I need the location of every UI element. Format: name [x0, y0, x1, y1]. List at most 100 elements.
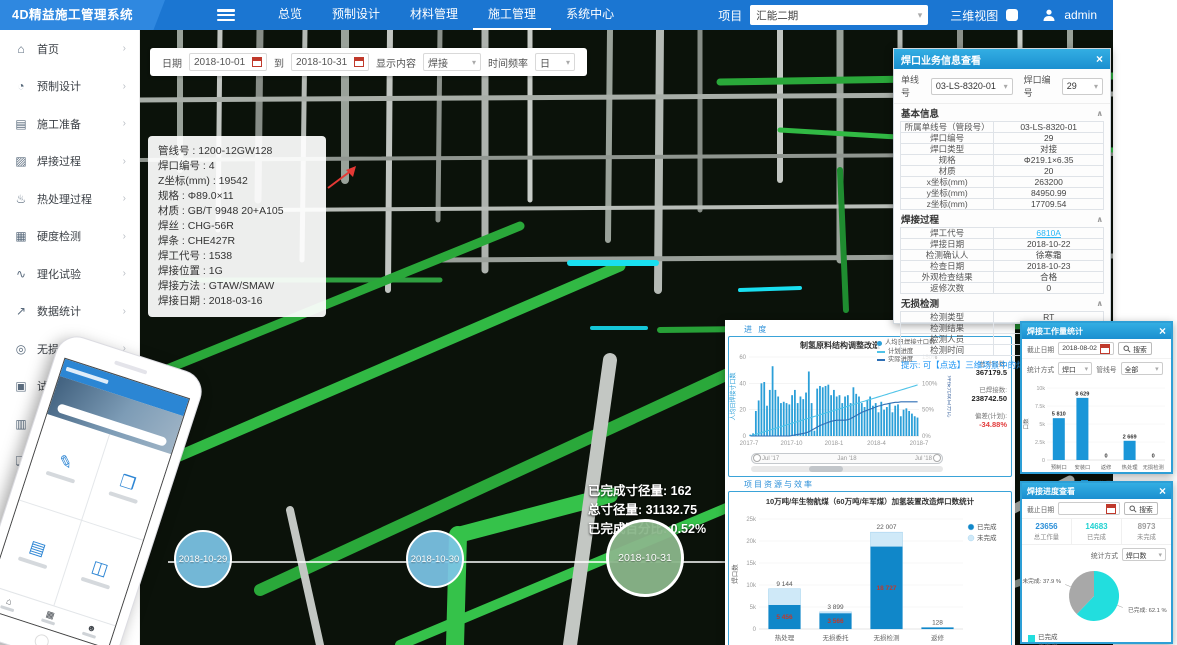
timeline-date-2018-10-29[interactable]: 2018-10-29 [174, 530, 232, 588]
pie-label-completed: 已完成: 62.1 % [1128, 606, 1167, 614]
data-stats-icon: ↗ [13, 304, 29, 318]
field-label: z坐标(mm) [901, 199, 994, 210]
freq-select[interactable]: 日▾ [535, 53, 575, 71]
tooltip-line: 焊工代号 : 1538 [158, 249, 316, 264]
completed-inch-stat: 已完成寸径量: 162 [588, 482, 706, 501]
legend-line-icon [877, 359, 885, 361]
nav-item-1[interactable]: 预制设计 [317, 0, 395, 30]
nav-item-3[interactable]: 施工管理 [473, 0, 551, 30]
field-label: 焊口编号 [901, 133, 994, 144]
field-label: x坐标(mm) [901, 177, 994, 188]
bar-daily-joints [819, 386, 821, 436]
bar-daily-joints [797, 403, 799, 436]
table-row: 材质20 [901, 166, 1104, 177]
table-row: 所属单线号（管段号）03-LS-8320-01 [901, 122, 1104, 133]
slider-tick-label: Jul '17 [762, 456, 779, 462]
progress-summary-stats: 23656总工作量14683已完成8973未完成 [1022, 518, 1171, 545]
line-filter-select[interactable]: 全部▾ [1121, 362, 1163, 375]
sidebar-item[interactable]: ▤施工准备› [0, 105, 139, 143]
3d-view-toggle[interactable] [1006, 9, 1018, 21]
bar-completed [922, 628, 954, 630]
joint-no-select[interactable]: 29▾ [1062, 78, 1103, 95]
deadline-label: 截止日期 [1027, 344, 1054, 354]
home-icon: ⌂ [13, 42, 29, 56]
deadline-label: 截止日期 [1027, 504, 1054, 514]
deadline-field[interactable]: 2018-08-02 [1058, 342, 1114, 355]
sidebar-item[interactable]: ⚙系统管理› [0, 480, 139, 518]
project-select[interactable]: 汇能二期 ▾ [750, 5, 928, 25]
work-stats-panel: 焊接工作量统计 × 截止日期 2018-08-02 搜索 统计方式 焊口▾ 管线… [1020, 321, 1173, 474]
welder-code-link[interactable]: 6810A [1036, 228, 1061, 238]
bar-daily-joints [914, 416, 916, 436]
slider-scrollbar[interactable] [751, 466, 943, 472]
sidebar-item[interactable]: ♨热处理过程› [0, 180, 139, 218]
sidebar-item[interactable]: ▥材料管理› [0, 405, 139, 443]
collapse-icon[interactable]: ∧ [1097, 299, 1104, 308]
menu-toggle-icon[interactable] [217, 9, 235, 21]
search-button[interactable]: 搜索 [1124, 502, 1158, 515]
search-button[interactable]: 搜索 [1118, 342, 1152, 355]
deadline-field[interactable] [1058, 502, 1120, 515]
close-icon[interactable]: × [1159, 324, 1166, 338]
date-from-field[interactable]: 2018-10-01 [189, 53, 267, 71]
sidebar-item[interactable]: ▦硬度检测› [0, 218, 139, 256]
legend-label: 未完成 [977, 533, 997, 542]
sidebar-item[interactable]: ↗数据统计› [0, 293, 139, 331]
slider-handle-right[interactable] [933, 454, 941, 462]
sidebar-item[interactable]: ◎无损检测› [0, 330, 139, 368]
close-icon[interactable]: × [1096, 52, 1103, 66]
sidebar-item[interactable]: ❏查询管理› [0, 443, 139, 481]
svg-text:0: 0 [753, 627, 757, 633]
collapse-icon[interactable]: ∧ [1097, 109, 1104, 118]
bar-daily-joints [777, 397, 779, 437]
timeline-date-2018-10-30[interactable]: 2018-10-30 [406, 530, 464, 588]
bar-daily-joints [850, 403, 852, 436]
field-value: 2018-10-23 [994, 261, 1104, 272]
bar-daily-joints [758, 400, 760, 436]
sidebar-item[interactable]: ▣试压包管理› [0, 368, 139, 406]
slider-tick-label: Jan '18 [837, 456, 856, 462]
sidebar-item[interactable]: ▨焊接过程› [0, 143, 139, 181]
app-logo: 4D精益施工管理系统 [0, 0, 165, 30]
project-label: 项目 [718, 7, 742, 24]
sidebar-item-label: 理化试验 [37, 266, 123, 282]
field-label: 规格 [901, 155, 994, 166]
bar-total-label: 3 899 [827, 604, 844, 611]
stat-mode-select[interactable]: 焊口数▾ [1122, 548, 1166, 561]
content-select[interactable]: 焊接▾ [423, 53, 481, 71]
collapse-icon[interactable]: ∧ [1097, 215, 1104, 224]
sidebar-item[interactable]: ∿理化试验› [0, 255, 139, 293]
svg-text:5k: 5k [1039, 422, 1045, 428]
physchem-test-icon: ∿ [13, 267, 29, 281]
chevron-right-icon: › [123, 456, 126, 467]
chart-range-slider[interactable]: Jul '17Jan '18Jul '18 [751, 453, 943, 472]
stat-mode-select[interactable]: 焊口▾ [1058, 362, 1092, 375]
stat-label: 未完成 [1122, 532, 1171, 541]
field-label: 焊工代号 [901, 228, 994, 239]
nav-item-0[interactable]: 总览 [263, 0, 317, 30]
sidebar-item[interactable]: ◔预制设计› [0, 68, 139, 106]
nav-item-4[interactable]: 系统中心 [551, 0, 629, 30]
timeline-date-2018-10-31[interactable]: 2018-10-31 [606, 519, 684, 597]
username[interactable]: admin [1064, 8, 1097, 22]
sidebar-item-label: 热处理过程 [37, 191, 123, 207]
weld-panel-sections: 基本信息∧所属单线号（管段号）03-LS-8320-01焊口编号29焊口类型对接… [894, 104, 1110, 356]
nav-item-2[interactable]: 材料管理 [395, 0, 473, 30]
bar [1124, 441, 1136, 460]
line-no-select[interactable]: 03-LS-8320-01▾ [931, 78, 1013, 95]
bar-daily-joints [800, 397, 802, 437]
date-to-field[interactable]: 2018-10-31 [291, 53, 369, 71]
bar-daily-joints [836, 397, 838, 437]
weld-panel-filters: 单线号 03-LS-8320-01▾ 焊口编号 29▾ [894, 69, 1110, 104]
top-navbar: 4D精益施工管理系统 总览预制设计材料管理施工管理系统中心 项目 汇能二期 ▾ … [0, 0, 1113, 30]
sidebar-item[interactable]: ⌂首页› [0, 30, 139, 68]
close-icon[interactable]: × [1159, 484, 1166, 498]
legend-label: 已完成 [977, 522, 997, 531]
tab-project-resource[interactable]: 项目资源与效率 [728, 477, 1012, 491]
slider-handle-left[interactable] [753, 454, 761, 462]
field-value: 263200 [994, 177, 1104, 188]
section-title: 基本信息∧ [894, 104, 1110, 121]
chevron-right-icon: › [123, 231, 126, 242]
field-label: 焊口类型 [901, 144, 994, 155]
svg-text:50%: 50% [922, 408, 935, 414]
